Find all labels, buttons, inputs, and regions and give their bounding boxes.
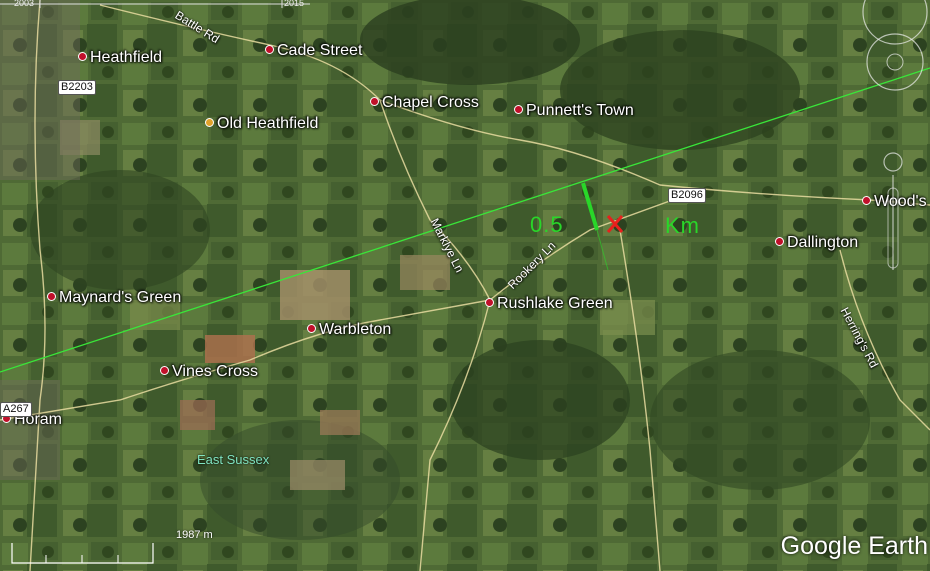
place-dot-icon — [160, 366, 169, 376]
place-old-heathfield[interactable]: Old Heathfield — [205, 115, 318, 133]
place-dallington[interactable]: Dallington — [775, 234, 858, 252]
place-dot-icon — [78, 52, 87, 62]
place-dot-icon — [265, 45, 274, 55]
region-label: East Sussex — [197, 452, 270, 467]
place-dot-icon — [514, 105, 523, 115]
place-warbleton[interactable]: Warbleton — [307, 321, 391, 339]
road-shield-b2096: B2096 — [668, 188, 706, 203]
street-view-icon — [883, 152, 903, 172]
navigation-controls[interactable] — [860, 0, 930, 300]
look-joystick-icon — [866, 33, 924, 91]
satellite-map[interactable]: 2003 2015 Heathfield Cade Street Chapel … — [0, 0, 930, 571]
road-shield-b2203: B2203 — [58, 80, 96, 95]
place-heathfield[interactable]: Heathfield — [78, 49, 162, 67]
place-punnetts-town[interactable]: Punnett's Town — [514, 102, 634, 120]
place-dot-icon — [47, 292, 56, 302]
timeline-year-start: 2003 — [14, 0, 35, 8]
timeline-year-end: 2015 — [284, 0, 305, 8]
place-dot-icon — [370, 97, 379, 107]
place-dot-icon — [205, 118, 214, 128]
place-vines-cross[interactable]: Vines Cross — [160, 363, 258, 381]
compass-ring-icon — [862, 0, 928, 45]
road-shield-a267: A267 — [0, 402, 32, 417]
satellite-imagery — [0, 0, 930, 571]
place-rushlake-green[interactable]: Rushlake Green — [485, 295, 613, 313]
scale-bar-label: 1987 m — [176, 529, 213, 541]
place-dot-icon — [775, 237, 784, 247]
scale-bar — [11, 543, 154, 564]
place-dot-icon — [485, 298, 494, 308]
place-maynards-green[interactable]: Maynard's Green — [47, 289, 181, 307]
measurement-unit: Km — [665, 213, 700, 238]
google-earth-logo: Google Earth — [780, 532, 928, 560]
place-cade-street[interactable]: Cade Street — [265, 42, 362, 60]
place-dot-icon — [307, 324, 316, 334]
place-chapel-cross[interactable]: Chapel Cross — [370, 94, 479, 112]
measurement-value: 0.5 — [530, 212, 564, 237]
timeline-slider[interactable]: 2003 2015 — [0, 0, 320, 10]
